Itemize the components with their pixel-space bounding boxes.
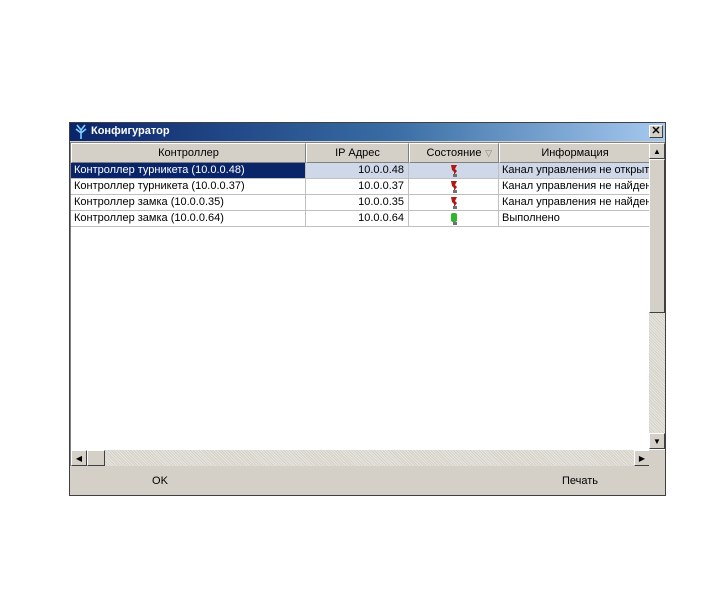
scroll-right-button[interactable]: ▶ [634,450,650,466]
horizontal-scroll-thumb[interactable] [87,450,105,466]
scroll-up-button[interactable]: ▲ [649,143,665,159]
controller-cell: Контроллер замка (10.0.0.64) [71,211,306,227]
info-cell: Канал управления не открыт. [499,163,651,179]
status-cell [409,163,499,179]
column-header-status[interactable]: Состояние ▽ [409,143,499,163]
column-header-ip[interactable]: IP Адрес [306,143,409,163]
green-signal-icon [450,213,457,225]
controller-cell: Контроллер турникета (10.0.0.37) [71,179,306,195]
grid-rows: Контроллер турникета (10.0.0.48) 10.0.0.… [71,163,651,227]
trident-icon [75,124,87,139]
grid-header: Контроллер IP Адрес Состояние ▽ Информац… [71,143,651,163]
info-cell: Выполнено [499,211,651,227]
arrow-left-icon: ◀ [75,453,83,463]
controller-cell: Контроллер турникета (10.0.0.48) [71,163,306,179]
ip-cell: 10.0.0.48 [306,163,409,179]
vertical-scroll-thumb[interactable] [649,159,665,313]
print-button[interactable]: Печать [540,466,620,496]
table-row[interactable]: Контроллер замка (10.0.0.64) 10.0.0.64 В… [71,211,651,227]
scroll-left-button[interactable]: ◀ [71,450,87,466]
arrow-up-icon: ▲ [653,146,661,156]
table-row[interactable]: Контроллер турникета (10.0.0.48) 10.0.0.… [71,163,651,179]
close-button[interactable]: ✕ [649,125,663,138]
red-signal-icon [450,181,457,193]
status-cell [409,195,499,211]
status-cell [409,211,499,227]
red-signal-icon [450,165,457,177]
ip-cell: 10.0.0.64 [306,211,409,227]
scrollbar-corner [649,450,665,466]
scroll-down-button[interactable]: ▼ [649,433,665,449]
configurator-window: Конфигуратор ✕ Контроллер IP Адрес Состо… [69,122,666,496]
controllers-grid[interactable]: Контроллер IP Адрес Состояние ▽ Информац… [70,142,665,466]
sort-arrow-icon: ▽ [485,148,492,158]
ip-cell: 10.0.0.37 [306,179,409,195]
horizontal-scrollbar[interactable]: ◀ ▶ [71,450,650,466]
close-icon: ✕ [651,125,661,137]
title-bar[interactable]: Конфигуратор ✕ [70,123,665,141]
window-title: Конфигуратор [91,125,170,137]
ip-cell: 10.0.0.35 [306,195,409,211]
info-cell: Канал управления не найден. [499,179,651,195]
red-signal-icon [450,197,457,209]
column-header-controller[interactable]: Контроллер [71,143,306,163]
button-bar: OK Печать [70,466,665,496]
status-cell [409,179,499,195]
table-row[interactable]: Контроллер турникета (10.0.0.37) 10.0.0.… [71,179,651,195]
table-row[interactable]: Контроллер замка (10.0.0.35) 10.0.0.35 К… [71,195,651,211]
controller-cell: Контроллер замка (10.0.0.35) [71,195,306,211]
arrow-down-icon: ▼ [653,436,661,446]
vertical-scrollbar[interactable]: ▲ ▼ [649,143,665,449]
column-header-info[interactable]: Информация [499,143,651,163]
arrow-right-icon: ▶ [638,453,646,463]
info-cell: Канал управления не найден. [499,195,651,211]
ok-button[interactable]: OK [120,466,200,496]
